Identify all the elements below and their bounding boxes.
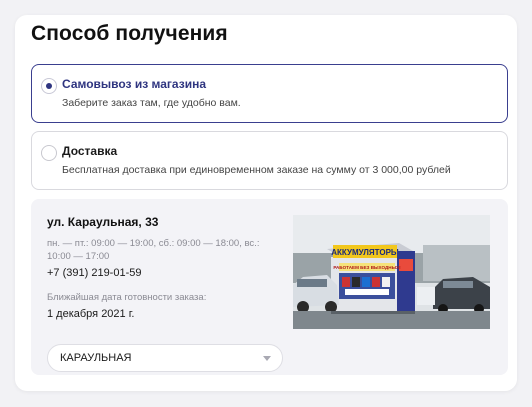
chevron-down-icon: [263, 356, 271, 361]
store-hours: пн. — пт.: 09:00 — 19:00, сб.: 09:00 — 1…: [47, 238, 260, 262]
pickup-option[interactable]: Самовывоз из магазина Заберите заказ там…: [31, 64, 508, 123]
pickup-option-description: Заберите заказ там, где удобно вам.: [62, 97, 241, 109]
store-select[interactable]: КАРАУЛЬНАЯ: [47, 344, 283, 372]
delivery-radio[interactable]: [41, 145, 57, 161]
store-sign-text: АККУМУЛЯТОРЫ: [331, 248, 399, 257]
pickup-radio[interactable]: [41, 78, 57, 94]
delivery-option-title: Доставка: [62, 144, 118, 158]
page-title: Способ получения: [31, 22, 228, 45]
store-select-value: КАРАУЛЬНАЯ: [60, 352, 132, 364]
store-phone: +7 (391) 219-01-59: [47, 267, 142, 279]
store-address: ул. Караульная, 33: [47, 215, 159, 229]
ready-date-label: Ближайшая дата готовности заказа:: [47, 292, 207, 303]
store-banner-text: РАБОТАЕМ БЕЗ ВЫХОДНЫХ!: [333, 265, 401, 270]
delivery-option[interactable]: Доставка Бесплатная доставка при единовр…: [31, 131, 508, 190]
store-photo: АККУМУЛЯТОРЫ РАБОТАЕМ БЕЗ ВЫХОДНЫХ!: [293, 215, 490, 329]
delivery-method-card: Способ получения Самовывоз из магазина З…: [15, 15, 517, 391]
pickup-option-title: Самовывоз из магазина: [62, 77, 206, 91]
pickup-store-panel: ул. Караульная, 33 пн. — пт.: 09:00 — 19…: [31, 199, 508, 375]
ready-date-value: 1 декабря 2021 г.: [47, 308, 135, 320]
delivery-option-description: Бесплатная доставка при единовременном з…: [62, 164, 451, 176]
